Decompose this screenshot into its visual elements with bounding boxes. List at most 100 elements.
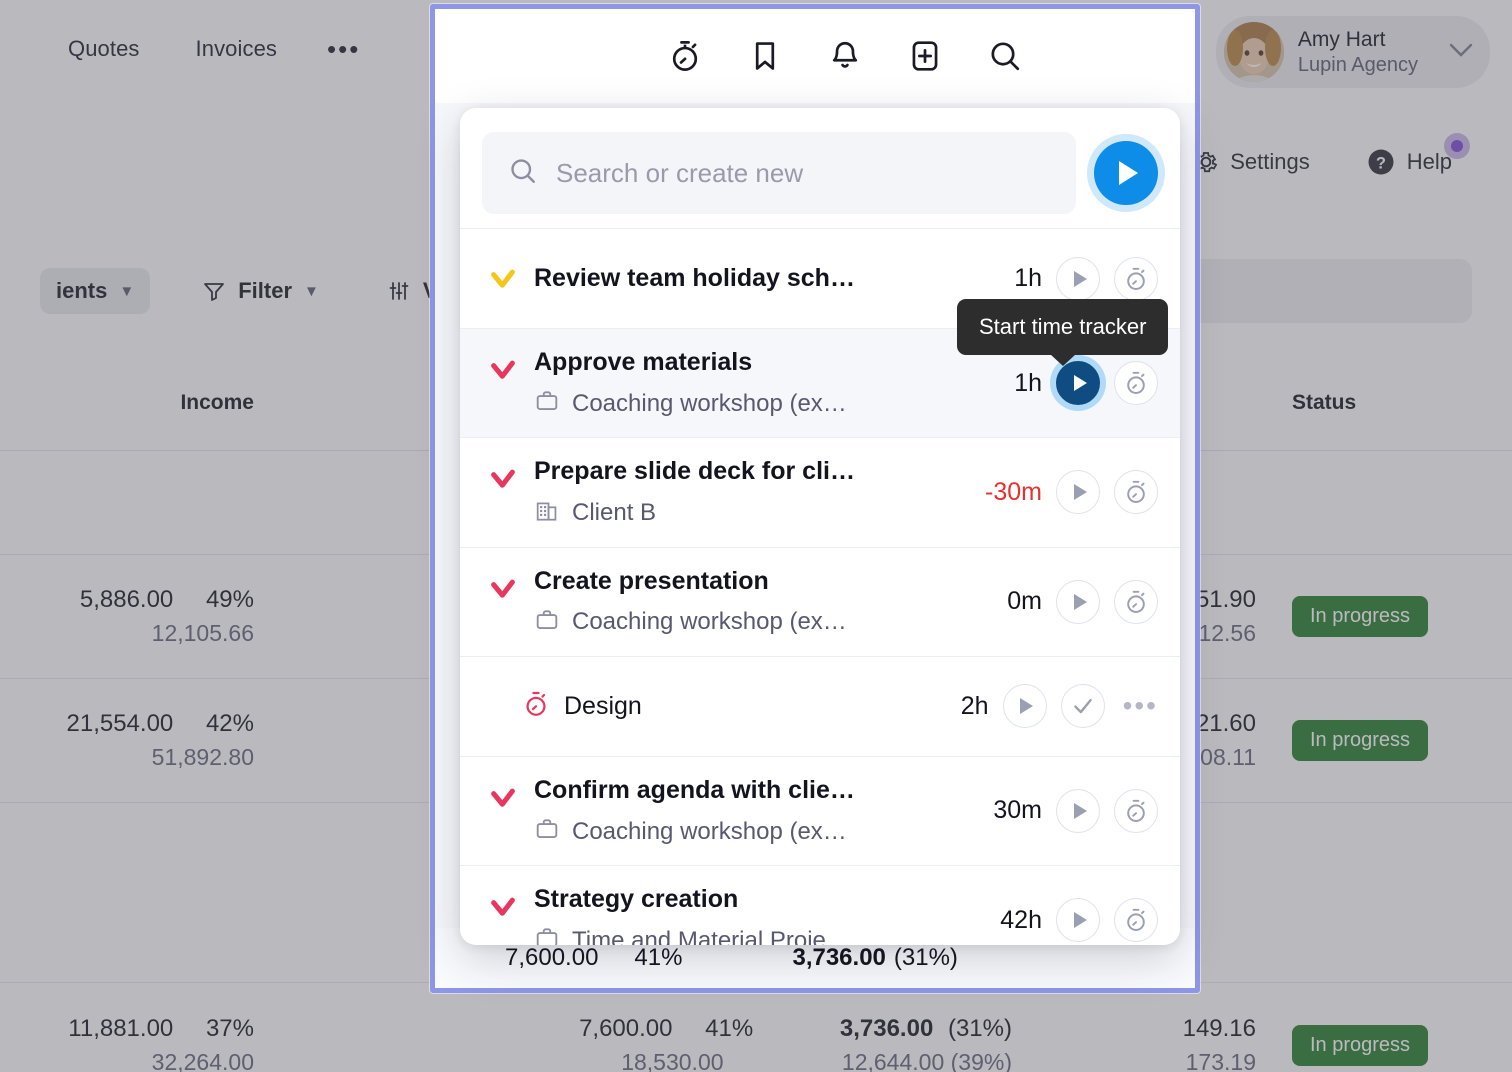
task-subline: Time and Material Proje… bbox=[534, 925, 950, 945]
task-duration: 1h bbox=[1014, 368, 1042, 397]
task-duration: 1h bbox=[1014, 264, 1042, 292]
profile-org: Lupin Agency bbox=[1297, 53, 1418, 76]
checkmark-icon[interactable] bbox=[486, 329, 520, 385]
checkmark-icon[interactable] bbox=[486, 757, 520, 813]
task-content: Strategy creation Time and Material Proj… bbox=[534, 866, 950, 945]
stopwatch-icon[interactable] bbox=[666, 37, 704, 75]
checkmark-icon[interactable] bbox=[486, 548, 520, 604]
checkmark-icon[interactable] bbox=[486, 866, 520, 922]
search-field-wrapper[interactable] bbox=[482, 132, 1076, 214]
list-item[interactable]: Strategy creation Time and Material Proj… bbox=[460, 865, 1180, 945]
search-input[interactable] bbox=[556, 157, 1050, 189]
task-project: Coaching workshop (ex… bbox=[572, 817, 847, 845]
start-time-tracker-button[interactable] bbox=[1056, 361, 1100, 406]
play-button[interactable] bbox=[1002, 684, 1047, 729]
task-subline: Coaching workshop (ex… bbox=[534, 388, 950, 419]
column-header-status: Status bbox=[1292, 390, 1357, 414]
chevron-down-icon[interactable] bbox=[1448, 42, 1474, 63]
subtask-title: Design bbox=[564, 691, 642, 720]
cell-income: 21,554.00 bbox=[66, 710, 174, 737]
list-item[interactable]: Create presentation Coaching workshop (e… bbox=[460, 546, 1180, 656]
task-project: Coaching workshop (ex… bbox=[572, 608, 847, 636]
timer-button[interactable] bbox=[1114, 898, 1158, 943]
task-title: Prepare slide deck for cli… bbox=[534, 457, 855, 486]
quick-task-popup: Review team holiday sch… 1h Approve mate… bbox=[460, 108, 1180, 945]
cell-bottom-bold-amount: 3,736.00 bbox=[839, 1014, 934, 1042]
timer-button[interactable] bbox=[1114, 361, 1158, 406]
checkmark-icon[interactable] bbox=[486, 438, 520, 494]
search-icon[interactable] bbox=[986, 37, 1024, 75]
task-project: Time and Material Proje… bbox=[572, 926, 850, 945]
frame-bottom-pct: 41% bbox=[634, 944, 683, 971]
more-options-icon[interactable]: ••• bbox=[1119, 692, 1158, 720]
play-button[interactable] bbox=[1056, 579, 1100, 624]
list-item[interactable]: Prepare slide deck for cli… Client B -30… bbox=[460, 437, 1180, 546]
play-button[interactable] bbox=[1056, 470, 1100, 515]
list-item[interactable]: Design 2h ••• bbox=[460, 655, 1180, 756]
cell-rate-sub: 173.19 bbox=[1185, 1048, 1256, 1072]
task-actions: 1h bbox=[950, 361, 1158, 406]
bell-icon[interactable] bbox=[826, 37, 864, 75]
task-title: Confirm agenda with clie… bbox=[534, 775, 855, 804]
task-content: Create presentation Coaching workshop (e… bbox=[534, 548, 950, 656]
plus-box-icon[interactable] bbox=[906, 37, 944, 75]
avatar bbox=[1223, 22, 1284, 82]
timer-button[interactable] bbox=[1114, 788, 1158, 833]
funnel-icon bbox=[204, 283, 225, 301]
building-icon bbox=[534, 498, 560, 529]
task-actions: 1h bbox=[950, 256, 1158, 301]
search-icon bbox=[508, 156, 538, 191]
task-title: Create presentation bbox=[534, 566, 769, 595]
settings-button[interactable]: Settings bbox=[1193, 149, 1310, 175]
cell-income: 5,886.00 bbox=[79, 586, 174, 613]
task-duration: 0m bbox=[1007, 587, 1042, 616]
clients-label: ients bbox=[56, 278, 108, 303]
nav-links: Quotes Invoices ••• bbox=[0, 36, 382, 62]
task-content: Confirm agenda with clie… Coaching works… bbox=[534, 757, 950, 865]
task-subline: Coaching workshop (ex… bbox=[534, 816, 950, 847]
timer-button[interactable] bbox=[1114, 579, 1158, 624]
nav-link-quotes[interactable]: Quotes bbox=[40, 36, 168, 62]
play-button[interactable] bbox=[1056, 898, 1100, 943]
clients-dropdown[interactable]: ients ▼ bbox=[40, 268, 151, 314]
cell-income-pct: 37% bbox=[205, 1014, 254, 1042]
tooltip: Start time tracker bbox=[957, 299, 1169, 355]
bookmark-icon[interactable] bbox=[746, 37, 784, 75]
checkmark-icon[interactable] bbox=[486, 264, 520, 294]
task-subline: Coaching workshop (ex… bbox=[534, 607, 950, 638]
frame-bottom-bold-pct: (31%) bbox=[893, 944, 958, 971]
profile-text: Amy Hart Lupin Agency bbox=[1298, 27, 1418, 77]
briefcase-icon bbox=[534, 816, 560, 847]
timer-button[interactable] bbox=[1114, 470, 1158, 515]
table-row[interactable]: 11,881.00 37% 32,264.00 7,600.00 41% 3,7… bbox=[0, 983, 1512, 1072]
cell-bottom-sub-amount: 18,530.00 bbox=[621, 1048, 724, 1072]
cell-income-pct: 42% bbox=[205, 710, 254, 737]
briefcase-icon bbox=[534, 607, 560, 638]
task-duration: 30m bbox=[993, 796, 1042, 825]
timer-button[interactable] bbox=[1114, 256, 1158, 301]
task-content: Review team holiday sch… bbox=[534, 245, 950, 312]
nav-link-invoices[interactable]: Invoices bbox=[168, 36, 306, 62]
play-button[interactable] bbox=[1056, 256, 1100, 301]
user-profile-menu[interactable]: Amy Hart Lupin Agency bbox=[1215, 16, 1490, 88]
frame-bottom-amount: 7,600.00 bbox=[505, 944, 599, 971]
play-button[interactable] bbox=[1056, 788, 1100, 833]
filter-dropdown[interactable]: Filter ▼ bbox=[186, 268, 335, 314]
help-badge-dot bbox=[1444, 133, 1470, 159]
nav-more-icon[interactable]: ••• bbox=[305, 36, 382, 62]
chevron-down-icon: ▼ bbox=[119, 282, 135, 300]
cell-bottom-pct: 41% bbox=[705, 1014, 754, 1042]
chevron-down-icon: ▼ bbox=[304, 282, 319, 300]
task-content: Prepare slide deck for cli… Client B bbox=[534, 438, 950, 546]
subtask-content: Design bbox=[522, 668, 897, 745]
complete-button[interactable] bbox=[1060, 684, 1105, 729]
task-subline: Client B bbox=[534, 498, 950, 529]
help-button[interactable]: ? Help bbox=[1366, 133, 1470, 177]
task-title: Strategy creation bbox=[534, 885, 739, 913]
task-actions: 42h bbox=[950, 898, 1158, 943]
list-item[interactable]: Confirm agenda with clie… Coaching works… bbox=[460, 755, 1180, 865]
start-search-button[interactable] bbox=[1094, 141, 1158, 205]
status-badge: In progress bbox=[1292, 596, 1429, 637]
task-actions: 30m bbox=[950, 788, 1158, 833]
cell-income: 11,881.00 bbox=[68, 1014, 174, 1042]
